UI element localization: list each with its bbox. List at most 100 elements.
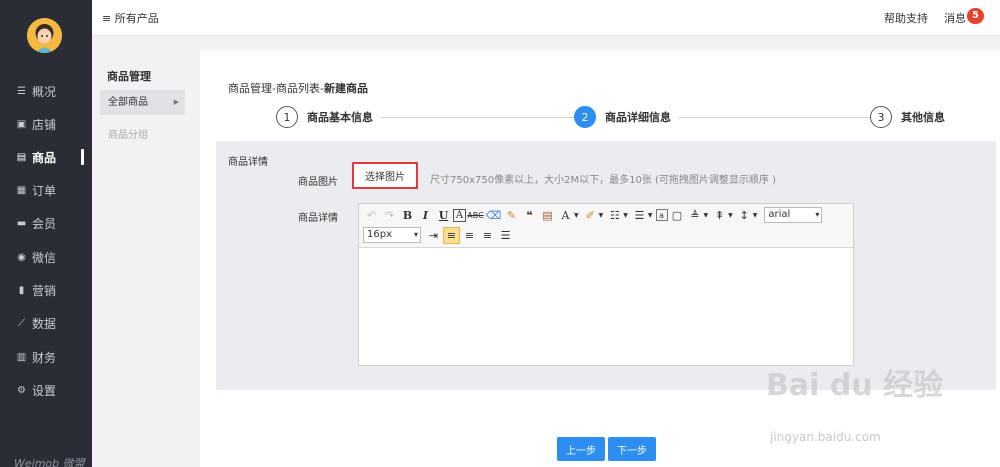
row-spacing-icon[interactable]: ↕	[736, 207, 753, 224]
detail-panel: 商品详情 商品图片 选择图片 尺寸750x750像素以上，大小2M以下，最多10…	[216, 141, 996, 390]
sidebar-item-order[interactable]: ▦ 订单	[0, 177, 92, 203]
unordered-list-icon[interactable]: ☰	[631, 207, 648, 224]
help-support-link[interactable]: 帮助支持	[884, 10, 928, 26]
breadcrumb: 商品管理-商品列表-新建商品	[228, 80, 368, 96]
store-icon: ▣	[16, 118, 27, 130]
align-left-icon[interactable]: ≡	[443, 226, 460, 244]
font-border-icon[interactable]: A	[453, 208, 466, 222]
editor-toolbar: ↶ ↷ B I U A ABC ⌫ ✎ ❝ ▤ A ▼ ✐ ▼ ☷ ▼ ☰ ▼ a ▢	[359, 204, 853, 248]
step-number: 2	[574, 106, 596, 128]
main-content: 商品管理-商品列表-新建商品 1 商品基本信息 2 商品详细信息 3 其他信息 …	[200, 50, 1000, 467]
redo-icon[interactable]: ↷	[381, 207, 398, 224]
settings-icon: ⚙	[17, 384, 26, 396]
marketing-icon: ▮	[18, 284, 25, 296]
chevron-down-icon[interactable]: ▼	[648, 212, 653, 219]
italic-icon[interactable]: I	[417, 207, 434, 224]
image-hint: 尺寸750x750像素以上，大小2M以下，最多10张 (可拖拽图片调整显示顺序 …	[430, 175, 776, 186]
step-2[interactable]: 2 商品详细信息	[574, 106, 679, 128]
editor-content-area[interactable]	[359, 248, 853, 365]
sidebar-item-label: 会员	[32, 216, 57, 231]
line-height-icon[interactable]: ⇞	[711, 207, 728, 224]
step-label: 商品基本信息	[307, 111, 373, 124]
font-family-select[interactable]: arial	[764, 207, 823, 223]
chevron-down-icon[interactable]: ▼	[599, 212, 604, 219]
paste-text-icon[interactable]: ▤	[539, 207, 556, 224]
messages-link[interactable]: 消息	[944, 10, 966, 26]
font-size-select[interactable]: 16px	[363, 227, 421, 243]
highlight-color-icon[interactable]: ✐	[582, 207, 599, 224]
baidu-watermark-url: jingyan.baidu.com	[770, 430, 881, 444]
chevron-down-icon[interactable]: ▼	[728, 212, 733, 219]
wechat-icon: ◉	[17, 251, 26, 263]
sidebar-item-label: 设置	[32, 383, 57, 398]
finance-icon: ▥	[16, 351, 27, 363]
detail-label: 商品详情	[298, 213, 338, 224]
insert-code-icon[interactable]: a	[655, 209, 668, 221]
ordered-list-icon[interactable]: ☷	[606, 207, 623, 224]
subnav-item-all-goods[interactable]: 全部商品 ▶	[100, 90, 185, 115]
subnav-item-label: 全部商品	[108, 97, 148, 108]
align-justify-icon[interactable]: ☰	[497, 227, 514, 244]
member-icon: ▬	[16, 217, 27, 229]
top-header: ≡ 所有产品 帮助支持 消息 5	[92, 0, 1000, 36]
strikethrough-icon[interactable]: ABC	[467, 207, 484, 224]
sidebar-item-overview[interactable]: ☰ 概况	[0, 78, 92, 104]
prev-step-button[interactable]: 上一步	[557, 437, 605, 461]
quote-icon[interactable]: ❝	[521, 207, 538, 224]
subnav-title: 商品管理	[107, 70, 151, 83]
chevron-down-icon[interactable]: ▼	[623, 212, 628, 219]
align-right-icon[interactable]: ≡	[479, 227, 496, 244]
chevron-down-icon[interactable]: ▼	[574, 212, 579, 219]
step-number: 1	[276, 106, 298, 128]
bold-icon[interactable]: B	[399, 207, 416, 224]
chevron-right-icon: ▶	[173, 98, 179, 106]
sidebar-item-label: 营销	[32, 283, 57, 298]
chevron-down-icon[interactable]: ▼	[753, 212, 758, 219]
underline-icon[interactable]: U	[435, 207, 452, 224]
next-step-button[interactable]: 下一步	[608, 437, 656, 461]
breadcrumb-path[interactable]: 商品管理-商品列表-	[228, 82, 324, 95]
step-label: 其他信息	[901, 111, 945, 124]
subnav-item-goods-group[interactable]: 商品分组	[108, 126, 148, 141]
undo-icon[interactable]: ↶	[363, 207, 380, 224]
sidebar-item-label: 概况	[32, 84, 57, 99]
sidebar-item-finance[interactable]: ▥ 财务	[0, 344, 92, 370]
step-label: 商品详细信息	[605, 111, 671, 124]
sidebar-item-label: 微信	[32, 250, 57, 265]
sidebar-item-marketing[interactable]: ▮ 营销	[0, 277, 92, 303]
data-icon: ⟋	[18, 317, 25, 329]
sidebar-item-label: 数据	[32, 316, 57, 331]
main-sidebar: ☰ 概况 ▣ 店铺 ▤ 商品 ▦ 订单 ▬ 会员 ◉ 微信 ▮ 营销 ⟋ 数据 ▥ 财务 ⚙ 设置 …	[0, 0, 92, 467]
goods-icon: ▤	[16, 151, 27, 163]
overview-icon: ☰	[17, 85, 26, 97]
sidebar-item-goods[interactable]: ▤ 商品	[0, 144, 92, 170]
page-icon[interactable]: ▢	[669, 207, 686, 224]
sidebar-item-wechat[interactable]: ◉ 微信	[0, 244, 92, 270]
chevron-down-icon[interactable]: ▼	[704, 212, 709, 219]
avatar[interactable]	[27, 18, 62, 53]
all-products-menu[interactable]: ≡ 所有产品	[102, 10, 159, 26]
step-1[interactable]: 1 商品基本信息	[276, 106, 381, 128]
breadcrumb-current: 新建商品	[323, 82, 368, 95]
font-color-icon[interactable]: A	[557, 207, 574, 224]
indent-icon[interactable]: ⇥	[425, 227, 442, 244]
align-center-icon[interactable]: ≡	[461, 227, 478, 244]
sidebar-item-data[interactable]: ⟋ 数据	[0, 310, 92, 336]
eraser-icon[interactable]: ⌫	[485, 207, 502, 224]
step-3[interactable]: 3 其他信息	[870, 106, 953, 128]
paragraph-spacing-icon[interactable]: ≜	[687, 207, 704, 224]
sidebar-item-label: 商品	[32, 150, 57, 165]
baidu-watermark: Bai du 经验	[766, 368, 944, 403]
order-icon: ▦	[16, 184, 27, 196]
choose-image-button[interactable]: 选择图片	[352, 162, 418, 189]
sidebar-item-member[interactable]: ▬ 会员	[0, 210, 92, 236]
step-number: 3	[870, 106, 892, 128]
format-brush-icon[interactable]: ✎	[503, 207, 520, 224]
sidebar-item-settings[interactable]: ⚙ 设置	[0, 377, 92, 403]
sidebar-item-label: 财务	[32, 350, 57, 365]
message-count-badge[interactable]: 5	[967, 8, 984, 24]
sidebar-item-store[interactable]: ▣ 店铺	[0, 111, 92, 137]
sidebar-item-label: 店铺	[32, 117, 57, 132]
sidebar-item-label: 订单	[32, 183, 57, 198]
panel-title: 商品详情	[228, 157, 268, 168]
